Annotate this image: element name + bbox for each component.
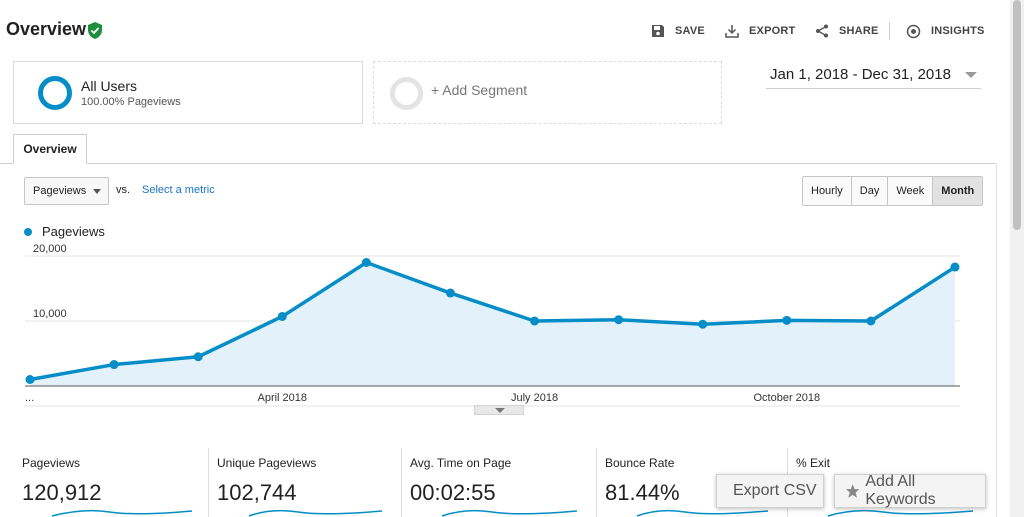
metric-dropdown-value: Pageviews	[33, 185, 87, 197]
star-icon	[845, 484, 860, 498]
metric-sparkline	[441, 509, 578, 517]
vs-label: vs.	[116, 184, 131, 196]
chevron-down-icon	[965, 72, 977, 78]
toolbar-divider	[889, 22, 890, 40]
data-point	[109, 360, 119, 370]
sparkline-path	[441, 509, 578, 517]
save-icon	[652, 25, 664, 37]
granularity-month[interactable]: Month	[932, 177, 983, 205]
legend-swatch	[24, 228, 32, 236]
date-range-picker[interactable]: Jan 1, 2018 - Dec 31, 2018	[766, 64, 981, 89]
x-tick-label: July 2018	[511, 392, 558, 404]
x-tick-label: April 2018	[257, 392, 307, 404]
granularity-toggle: Hourly Day Week Month	[802, 176, 984, 206]
granularity-hourly[interactable]: Hourly	[803, 177, 851, 205]
select-metric-link[interactable]: Select a metric	[142, 184, 215, 196]
sparkline-path	[51, 509, 193, 517]
data-point	[530, 316, 540, 326]
empty-segment-ring-icon	[390, 77, 423, 110]
save-label: SAVE	[675, 25, 705, 37]
pageviews-line-chart: 10,000 20,000... April 2018 July 2018 Octobe…	[25, 243, 960, 407]
download-icon	[725, 25, 739, 38]
segment-share: 100.00% Pageviews	[81, 96, 181, 108]
tab-overview[interactable]: Overview	[13, 134, 87, 164]
chart-collapse-handle[interactable]	[474, 405, 524, 415]
metric-value: 102,744	[217, 480, 297, 505]
metric-value: 120,912	[22, 480, 102, 505]
granularity-day[interactable]: Day	[850, 177, 888, 205]
segment-all-users[interactable]: All Users 100.00% Pageviews	[13, 61, 363, 124]
y-tick-label: 20,000	[33, 243, 67, 255]
granularity-week[interactable]: Week	[887, 177, 933, 205]
metric-label: Pageviews	[22, 456, 81, 470]
data-point	[866, 316, 876, 326]
metric-card[interactable]: Pageviews 120,912	[22, 448, 197, 517]
data-point	[25, 375, 35, 384]
save-button[interactable]: SAVE	[651, 20, 705, 42]
metric-value: 81.44%	[605, 480, 680, 505]
metric-sparkline	[636, 509, 769, 517]
metric-card[interactable]: Unique Pageviews 102,744	[208, 448, 386, 517]
series-area	[30, 262, 955, 386]
add-segment-label: + Add Segment	[431, 82, 528, 98]
x-tick-label: ...	[25, 392, 34, 404]
sparkline-path	[636, 509, 769, 517]
report-toolbar: SAVE EXPORT SHARE INSIGHTS	[0, 20, 1024, 42]
add-all-keywords-button[interactable]: Add All Keywords	[834, 473, 986, 508]
export-label: EXPORT	[749, 25, 796, 37]
metric-label: % Exit	[796, 456, 831, 470]
share-label: SHARE	[839, 25, 879, 37]
segment-donut-icon	[38, 76, 72, 110]
metric-sparkline	[248, 509, 383, 517]
metric-label: Avg. Time on Page	[410, 456, 512, 470]
metric-label: Bounce Rate	[605, 456, 675, 470]
export-csv-label: Export CSV	[733, 482, 817, 499]
metric-value: 00:02:55	[410, 480, 496, 505]
y-tick-label: 10,000	[33, 308, 67, 320]
metric-label: Unique Pageviews	[217, 456, 317, 470]
metric-sparkline	[51, 509, 193, 517]
insights-icon	[906, 24, 921, 38]
share-icon	[816, 24, 828, 38]
segment-name: All Users	[81, 78, 138, 94]
share-button[interactable]: SHARE	[815, 20, 879, 42]
data-point	[782, 315, 792, 325]
metric-card[interactable]: Avg. Time on Page 00:02:55	[401, 448, 581, 517]
data-point	[445, 288, 455, 298]
legend-label: Pageviews	[42, 224, 105, 239]
date-range-label: Jan 1, 2018 - Dec 31, 2018	[770, 66, 951, 83]
export-csv-button[interactable]: Export CSV	[716, 474, 824, 508]
scrollbar-thumb[interactable]	[1013, 0, 1021, 230]
x-tick-label: October 2018	[753, 392, 820, 404]
insights-label: INSIGHTS	[931, 25, 985, 37]
chevron-down-icon	[93, 189, 101, 194]
data-point	[277, 311, 287, 321]
data-point	[614, 315, 624, 325]
data-point	[950, 262, 960, 272]
insights-button[interactable]: INSIGHTS	[906, 20, 985, 42]
tab-baseline	[0, 163, 996, 164]
add-all-keywords-label: Add All Keywords	[865, 473, 936, 508]
data-point	[698, 319, 708, 329]
add-segment-button[interactable]: + Add Segment	[373, 61, 722, 124]
sparkline-path	[827, 509, 974, 517]
data-point	[193, 352, 203, 362]
export-button[interactable]: EXPORT	[725, 20, 795, 42]
data-point	[361, 258, 371, 267]
sparkline-path	[248, 509, 383, 517]
metric-dropdown[interactable]: Pageviews	[24, 177, 109, 205]
